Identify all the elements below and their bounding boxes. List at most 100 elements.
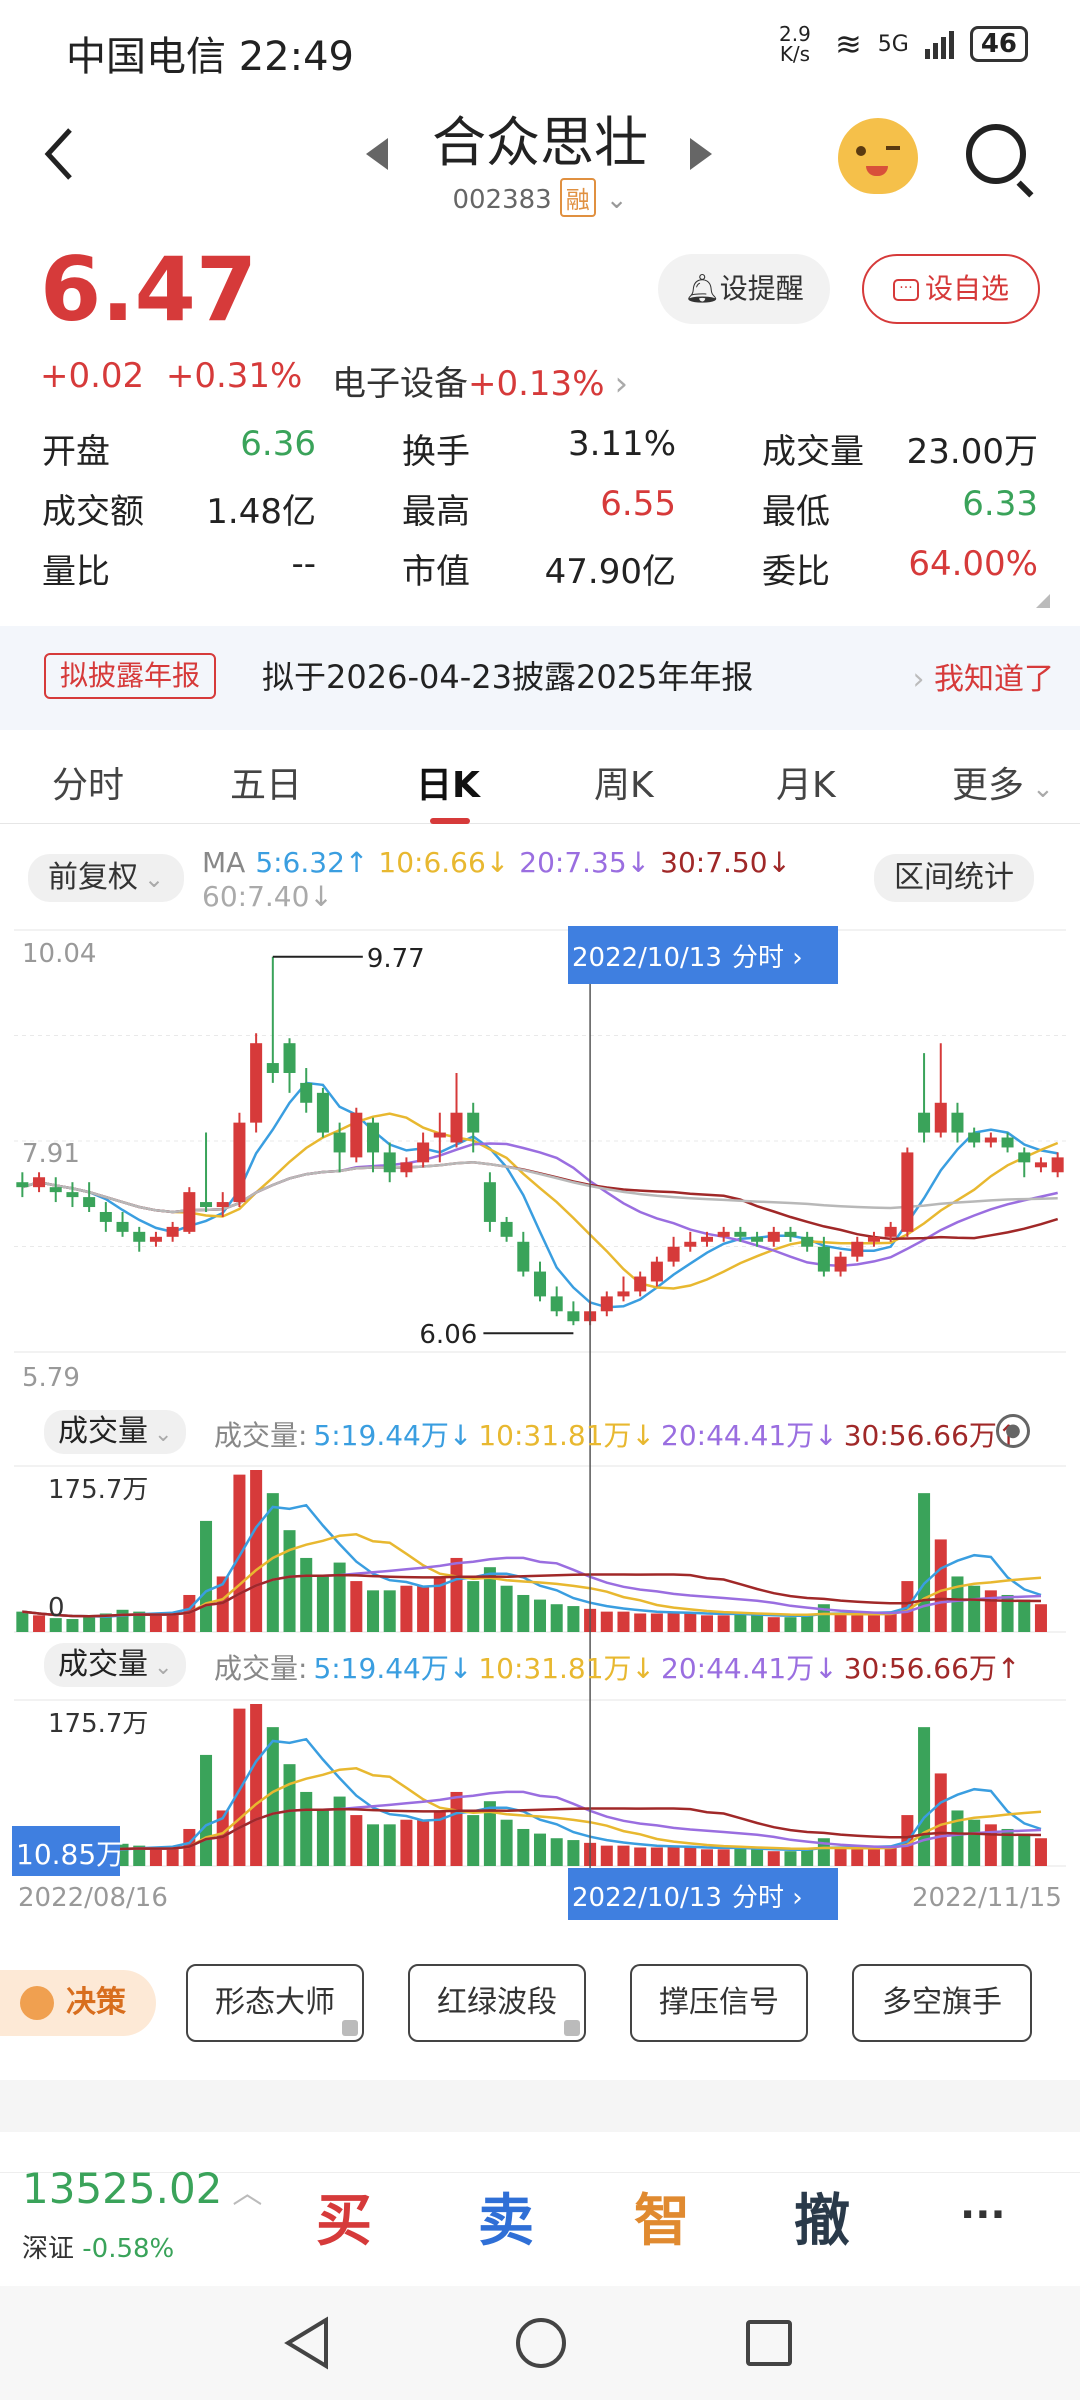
- crosshair-date-bottom-text: 2022/10/13: [572, 1883, 722, 1913]
- volume-bar: [383, 1824, 396, 1866]
- ma-legend-item: 10:6.66↓: [378, 846, 510, 879]
- bull-bear-flag-button[interactable]: 多空旗手: [852, 1964, 1032, 2042]
- stat-label: 量比: [42, 552, 110, 592]
- candle-body: [383, 1152, 396, 1173]
- next-stock-icon[interactable]: [690, 138, 712, 170]
- candle-body: [767, 1231, 780, 1242]
- nav-home-icon[interactable]: [516, 2318, 566, 2368]
- vol-legend-item: 20:44.41万↓: [661, 1652, 838, 1685]
- network-type: 5G: [877, 31, 909, 57]
- lock-icon: [342, 2020, 358, 2036]
- volume-selector-2[interactable]: 成交量 ⌄: [44, 1643, 187, 1687]
- back-icon[interactable]: [40, 124, 100, 194]
- x-axis-start-date: 2022/08/16: [18, 1883, 168, 1913]
- add-watchlist-button[interactable]: ··· 设自选: [862, 254, 1040, 324]
- volume-bar: [233, 1474, 246, 1632]
- volume-bar: [316, 1576, 329, 1632]
- volume-bar: [316, 1810, 329, 1866]
- search-icon[interactable]: [966, 124, 1034, 198]
- candle-body: [133, 1231, 146, 1242]
- sell-button[interactable]: 卖: [478, 2176, 534, 2257]
- vol-legend-item: 30:56.66万↑: [843, 1419, 1021, 1452]
- volume-bar: [417, 1819, 430, 1866]
- volume-bar: [33, 1615, 46, 1632]
- tab-weekly-k[interactable]: 周K: [594, 756, 654, 808]
- volume-bar: [717, 1615, 730, 1632]
- tab-daily-k[interactable]: 日K: [416, 756, 480, 808]
- candle-body: [984, 1137, 997, 1143]
- candle-body: [417, 1142, 430, 1163]
- volume-bar: [968, 1585, 981, 1632]
- more-icon[interactable]: ···: [960, 2192, 1006, 2238]
- nav-back-icon[interactable]: [282, 2316, 332, 2370]
- volume-bar: [350, 1581, 363, 1632]
- volume-selector-1[interactable]: 成交量 ⌄: [44, 1410, 187, 1454]
- tab-more[interactable]: 更多 ⌄: [952, 756, 1054, 808]
- volume-bar: [467, 1581, 480, 1632]
- ma-legend-item: 20:7.35↓: [519, 846, 651, 879]
- set-reminder-button[interactable]: 🔔︎设提醒: [658, 254, 830, 324]
- vol-legend-item: 30:56.66万↑: [843, 1652, 1021, 1685]
- support-resistance-button[interactable]: 撑压信号: [630, 1964, 808, 2042]
- volume-bar: [684, 1613, 697, 1632]
- buy-button[interactable]: 买: [316, 2176, 372, 2257]
- smart-button[interactable]: 智: [634, 2176, 690, 2257]
- candle-body: [784, 1231, 797, 1237]
- chevron-down-icon: ⌄: [1032, 774, 1054, 804]
- active-tab-indicator: [430, 818, 470, 824]
- system-nav-bar: [0, 2286, 1080, 2400]
- candle-body: [99, 1211, 112, 1222]
- ma-legend-item: 60:7.40↓: [202, 880, 333, 913]
- crosshair-link-top: 分时 ›: [732, 943, 803, 973]
- volume-bar: [500, 1819, 513, 1866]
- decision-button[interactable]: 决策: [0, 1970, 156, 2036]
- stock-code-row[interactable]: 002383 融 ⌄: [300, 178, 780, 217]
- pattern-master-button[interactable]: 形态大师: [186, 1964, 364, 2042]
- stat-label: 市值: [402, 552, 470, 592]
- volume-bar: [617, 1845, 630, 1866]
- stat-value: 64.00%: [908, 544, 1038, 584]
- candle-body: [567, 1311, 580, 1322]
- volume-bar: [600, 1611, 613, 1632]
- chevron-right-icon: ›: [614, 364, 629, 404]
- sector-link[interactable]: 电子设备+0.13% ›: [332, 356, 628, 405]
- high-marker-label: 9.77: [367, 944, 425, 974]
- volume-bar: [283, 1530, 296, 1632]
- nav-recents-icon[interactable]: [746, 2320, 792, 2366]
- red-green-band-button[interactable]: 红绿波段: [408, 1964, 586, 2042]
- index-value[interactable]: 13525.02 ︿: [22, 2164, 262, 2213]
- candle-body: [851, 1241, 864, 1257]
- candle-body: [801, 1236, 814, 1247]
- tab-monthly-k[interactable]: 月K: [776, 756, 836, 808]
- vol-legend-item: 5:19.44万↓: [313, 1419, 473, 1452]
- candle-body: [350, 1112, 363, 1158]
- volume-bar: [417, 1585, 430, 1632]
- volume-bar: [250, 1704, 263, 1866]
- volume-bar: [16, 1611, 29, 1632]
- candle-body: [751, 1236, 764, 1242]
- cancel-order-button[interactable]: 撤: [794, 2176, 850, 2257]
- interval-stats-button[interactable]: 区间统计: [874, 854, 1034, 902]
- section-divider: [0, 2080, 1080, 2132]
- candle-body: [316, 1092, 329, 1133]
- volume-bar: [851, 1615, 864, 1632]
- volume-bar: [333, 1796, 346, 1866]
- volume-bar: [533, 1833, 547, 1866]
- adjust-selector[interactable]: 前复权 ⌄: [28, 854, 185, 902]
- tab-intraday[interactable]: 分时: [52, 756, 124, 808]
- expand-corner-icon[interactable]: [1036, 594, 1050, 608]
- volume-bar: [400, 1585, 413, 1632]
- volume-bar: [650, 1613, 663, 1632]
- candle-body: [300, 1082, 313, 1103]
- notice-ack-button[interactable]: › 我知道了: [912, 654, 1054, 698]
- settings-icon[interactable]: ●: [996, 1414, 1030, 1448]
- volume-bar: [801, 1849, 814, 1866]
- candle-body: [483, 1182, 496, 1222]
- mascot-icon[interactable]: [838, 118, 918, 194]
- vol-axis-max: 175.7万: [48, 1475, 148, 1505]
- current-price: 6.47: [40, 238, 258, 341]
- candle-body: [617, 1291, 630, 1297]
- stat-label: 成交额: [42, 492, 144, 532]
- index-name: 深证 -0.58%: [22, 2234, 175, 2264]
- tab-five-day[interactable]: 五日: [230, 756, 302, 808]
